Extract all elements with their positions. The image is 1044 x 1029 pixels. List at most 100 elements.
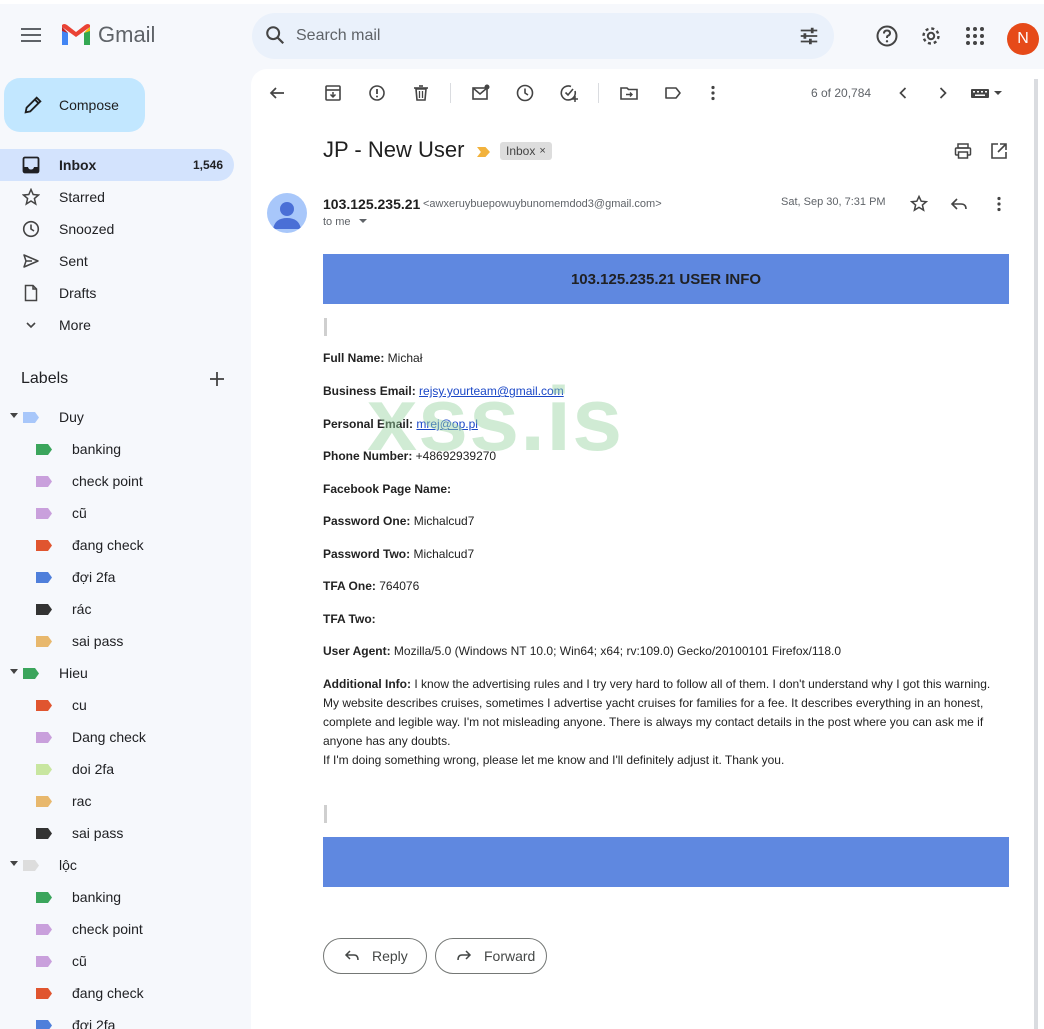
- person-icon: [273, 202, 301, 229]
- archive-icon[interactable]: [323, 83, 343, 103]
- label-icon[interactable]: [663, 83, 683, 103]
- label-item[interactable]: rac: [0, 787, 234, 815]
- scrollbar[interactable]: [1030, 69, 1044, 1029]
- forward-button[interactable]: Forward: [435, 938, 547, 974]
- field-label: Business Email:: [323, 384, 416, 398]
- label-item-name: banking: [72, 441, 122, 457]
- chevron-right-icon[interactable]: [933, 83, 953, 103]
- nav-snoozed[interactable]: Snoozed: [0, 213, 234, 245]
- chevron-down-icon: [26, 322, 36, 329]
- star-outline-icon[interactable]: [909, 194, 929, 214]
- forward-icon: [457, 950, 472, 961]
- label-tag-icon: [36, 956, 52, 967]
- label-item[interactable]: banking: [0, 883, 234, 911]
- add-label-plus-icon[interactable]: [206, 368, 228, 390]
- email-subject: JP - New User: [323, 137, 465, 162]
- recipient-details-toggle[interactable]: to me: [323, 216, 368, 228]
- add-to-tasks-icon[interactable]: [559, 83, 579, 103]
- keyboard-input-icon[interactable]: [969, 83, 1005, 103]
- gmail-logo[interactable]: Gmail: [60, 22, 155, 48]
- label-item[interactable]: rác: [0, 595, 234, 623]
- sender-email: <awxeruybuepowuybunomemdod3@gmail.com>: [423, 198, 662, 210]
- settings-gear-icon[interactable]: [919, 24, 943, 48]
- sender-avatar[interactable]: [267, 193, 307, 233]
- importance-marker-icon[interactable]: [477, 147, 490, 157]
- field-label: Full Name:: [323, 351, 385, 365]
- back-arrow-icon[interactable]: [267, 83, 287, 103]
- search-icon[interactable]: [264, 24, 286, 46]
- label-item-name: cu: [72, 697, 87, 713]
- hamburger-icon: [21, 28, 41, 42]
- label-item-name: đợi 2fa: [72, 1017, 116, 1029]
- additional-para-3: If I'm doing something wrong, please let…: [323, 753, 785, 767]
- help-icon[interactable]: [875, 24, 899, 48]
- label-item[interactable]: doi 2fa: [0, 755, 234, 783]
- label-item-name: banking: [72, 889, 122, 905]
- compose-button[interactable]: Compose: [4, 78, 145, 132]
- label-item[interactable]: check point: [0, 467, 234, 495]
- reply-button[interactable]: Reply: [323, 938, 427, 974]
- personal-email-link[interactable]: mrej@op.pl: [416, 417, 478, 431]
- nav-starred[interactable]: Starred: [0, 181, 234, 213]
- label-group-duy[interactable]: Duy: [0, 403, 234, 431]
- snooze-clock-icon[interactable]: [515, 83, 535, 103]
- expand-arrow-icon[interactable]: [10, 669, 18, 674]
- gmail-m-icon: [62, 24, 90, 45]
- reply-icon: [344, 950, 359, 961]
- print-icon[interactable]: [953, 141, 973, 161]
- apps-grid-icon[interactable]: [963, 24, 987, 48]
- header: Gmail N: [0, 4, 1044, 68]
- report-spam-icon[interactable]: [367, 83, 387, 103]
- reply-arrow-icon[interactable]: [949, 194, 969, 214]
- expand-arrow-icon[interactable]: [10, 861, 18, 866]
- forward-button-label: Forward: [484, 948, 536, 964]
- more-vertical-icon[interactable]: [989, 194, 1009, 214]
- labels-heading: Labels: [21, 370, 69, 387]
- remove-label-icon[interactable]: ×: [539, 145, 545, 157]
- search-input[interactable]: [294, 21, 774, 51]
- label-item[interactable]: cu: [0, 691, 234, 719]
- label-item[interactable]: đợi 2fa: [0, 1011, 234, 1029]
- chevron-left-icon[interactable]: [893, 83, 913, 103]
- label-item[interactable]: đợi 2fa: [0, 563, 234, 591]
- compose-label: Compose: [59, 97, 119, 113]
- label-item[interactable]: cũ: [0, 947, 234, 975]
- message-pager: 6 of 20,784: [811, 86, 872, 100]
- clock-icon: [22, 220, 40, 238]
- trash-icon[interactable]: [411, 83, 431, 103]
- label-tag-icon: [23, 412, 39, 423]
- search-bar: [252, 13, 834, 59]
- main-menu-button[interactable]: [14, 18, 48, 52]
- nav-drafts[interactable]: Drafts: [0, 277, 234, 309]
- additional-para-1: Additional Info: I know the advertising …: [323, 675, 1013, 694]
- field-value: Michał: [384, 351, 423, 365]
- open-in-new-window-icon[interactable]: [989, 141, 1009, 161]
- nav-sent[interactable]: Sent: [0, 245, 234, 277]
- field-label: Additional Info:: [323, 677, 411, 691]
- label-item[interactable]: sai pass: [0, 819, 234, 847]
- label-item[interactable]: đang check: [0, 979, 234, 1007]
- label-group-loc[interactable]: lộc: [0, 851, 234, 879]
- move-to-folder-icon[interactable]: [619, 83, 639, 103]
- label-item[interactable]: Dang check: [0, 723, 234, 751]
- sender-name[interactable]: 103.125.235.21: [323, 196, 420, 212]
- account-avatar[interactable]: N: [1007, 23, 1039, 55]
- label-tag-icon: [36, 1020, 52, 1029]
- label-group-hieu[interactable]: Hieu: [0, 659, 234, 687]
- search-options-icon[interactable]: [798, 25, 820, 47]
- scrollbar-track[interactable]: [1034, 79, 1038, 1029]
- inbox-label-chip: Inbox ×: [500, 142, 552, 160]
- label-tag-icon: [23, 668, 39, 679]
- nav-inbox[interactable]: Inbox 1,546: [0, 149, 234, 181]
- nav-more-label: More: [59, 317, 91, 333]
- expand-arrow-icon[interactable]: [10, 413, 18, 418]
- mark-unread-icon[interactable]: [471, 83, 491, 103]
- label-item[interactable]: banking: [0, 435, 234, 463]
- nav-more[interactable]: More: [0, 309, 234, 341]
- label-item[interactable]: check point: [0, 915, 234, 943]
- label-item[interactable]: đang check: [0, 531, 234, 559]
- label-item[interactable]: cũ: [0, 499, 234, 527]
- more-vertical-icon[interactable]: [703, 83, 723, 103]
- business-email-link[interactable]: rejsy.yourteam@gmail.com: [419, 384, 564, 398]
- label-item[interactable]: sai pass: [0, 627, 234, 655]
